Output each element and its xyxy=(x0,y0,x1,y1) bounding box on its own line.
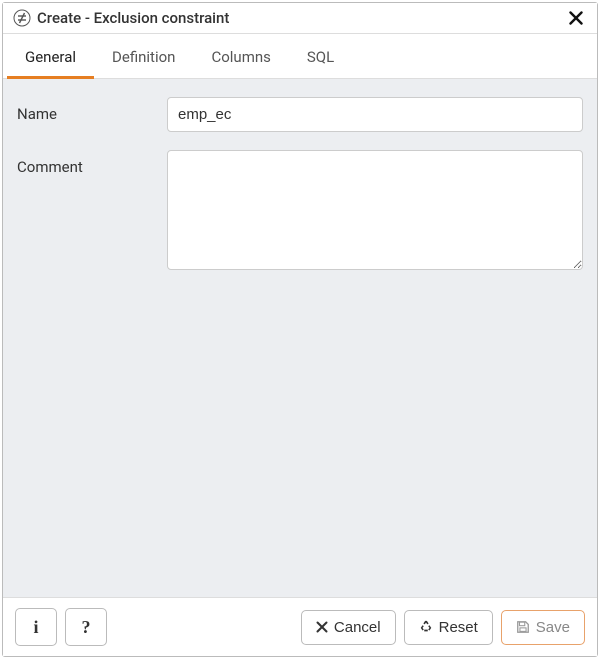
dialog-create-exclusion-constraint: Create - Exclusion constraint General De… xyxy=(2,2,598,657)
titlebar: Create - Exclusion constraint xyxy=(3,3,597,34)
info-button[interactable]: i xyxy=(15,608,57,646)
cancel-label: Cancel xyxy=(334,619,381,636)
save-button[interactable]: Save xyxy=(501,610,585,645)
not-equal-icon xyxy=(13,9,31,27)
tab-bar: General Definition Columns SQL xyxy=(3,38,597,79)
form-row-comment: Comment xyxy=(17,150,583,274)
save-icon xyxy=(516,620,530,634)
name-label: Name xyxy=(17,97,167,123)
name-field-wrap xyxy=(167,97,583,132)
comment-field-wrap xyxy=(167,150,583,274)
tab-general[interactable]: General xyxy=(7,38,94,79)
comment-textarea[interactable] xyxy=(167,150,583,270)
help-button[interactable]: ? xyxy=(65,608,107,646)
save-label: Save xyxy=(536,619,570,636)
comment-label: Comment xyxy=(17,150,167,176)
close-icon xyxy=(316,621,328,633)
dialog-title: Create - Exclusion constraint xyxy=(37,9,565,27)
info-icon: i xyxy=(33,617,38,638)
dialog-content: Name Comment xyxy=(3,79,597,597)
dialog-footer: i ? Cancel Reset xyxy=(3,597,597,656)
name-input[interactable] xyxy=(167,97,583,132)
help-icon: ? xyxy=(82,617,91,638)
recycle-icon xyxy=(419,620,433,634)
cancel-button[interactable]: Cancel xyxy=(301,610,396,645)
close-button[interactable] xyxy=(565,11,587,25)
tab-definition[interactable]: Definition xyxy=(94,38,193,79)
tab-columns[interactable]: Columns xyxy=(193,38,288,79)
reset-button[interactable]: Reset xyxy=(404,610,493,645)
reset-label: Reset xyxy=(439,619,478,636)
close-icon xyxy=(569,11,583,25)
tab-sql[interactable]: SQL xyxy=(289,38,352,79)
form-row-name: Name xyxy=(17,97,583,132)
